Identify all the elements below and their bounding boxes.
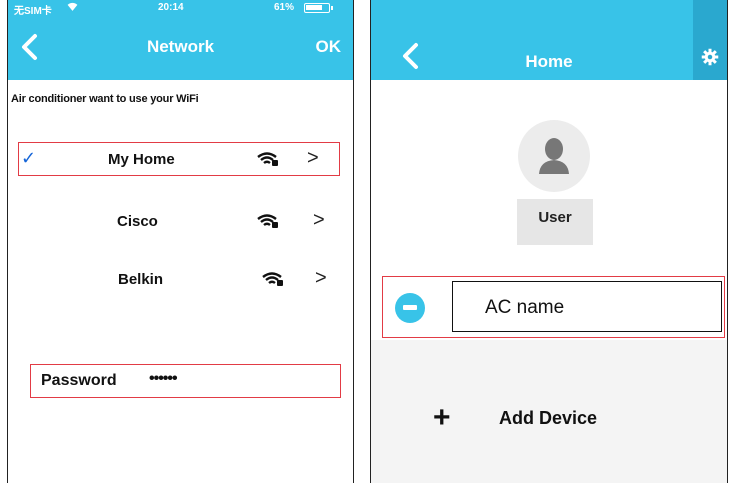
wifi-locked-icon [262,271,284,292]
wifi-locked-icon [257,151,279,172]
device-name: AC name [485,297,565,318]
chevron-right-icon: > [315,267,327,289]
network-row-belkin[interactable]: Belkin > [8,262,353,298]
device-row[interactable]: AC name [382,276,725,338]
page-title: Network [146,37,215,56]
user-label: User [538,209,572,226]
checkmark-icon: ✓ [21,148,37,168]
settings-button[interactable] [693,0,727,80]
network-name: Cisco [117,213,158,230]
password-field[interactable]: Password •••••• [30,364,341,398]
status-time: 20:14 [158,2,184,13]
nav-bar: Home [371,0,727,80]
chevron-right-icon: > [307,147,319,169]
add-device-area: + Add Device [371,340,727,483]
wifi-locked-icon [257,213,279,234]
ok-button[interactable]: OK [316,37,342,57]
home-screen: Home User AC name + Add Device [370,0,728,483]
plus-icon[interactable]: + [433,401,451,435]
user-avatar-icon[interactable] [518,120,590,192]
password-value: •••••• [149,370,178,387]
carrier-label: 无SIM卡 [14,6,52,17]
network-row-cisco[interactable]: Cisco > [8,204,353,240]
password-label: Password [41,372,117,389]
device-name-box: AC name [452,281,722,332]
battery-icon [304,3,333,13]
network-name: My Home [108,151,175,168]
status-bar: 无SIM卡 20:14 61% [8,0,353,17]
gear-icon [701,48,719,71]
network-row-my-home[interactable]: ✓ My Home > [8,142,353,178]
page-title: Home [525,52,573,71]
ac-device-icon [395,293,425,323]
user-label-box: User [517,199,593,245]
network-screen: 无SIM卡 20:14 61% Network OK Air condition… [7,0,354,483]
nav-bar: Network OK [8,17,353,80]
add-device-button[interactable]: Add Device [499,408,597,429]
network-name: Belkin [118,271,164,288]
chevron-right-icon: > [313,209,325,231]
wifi-prompt: Air conditioner want to use your WiFi [11,93,199,105]
status-wifi-icon [66,0,79,16]
battery-percent: 61% [274,2,295,13]
